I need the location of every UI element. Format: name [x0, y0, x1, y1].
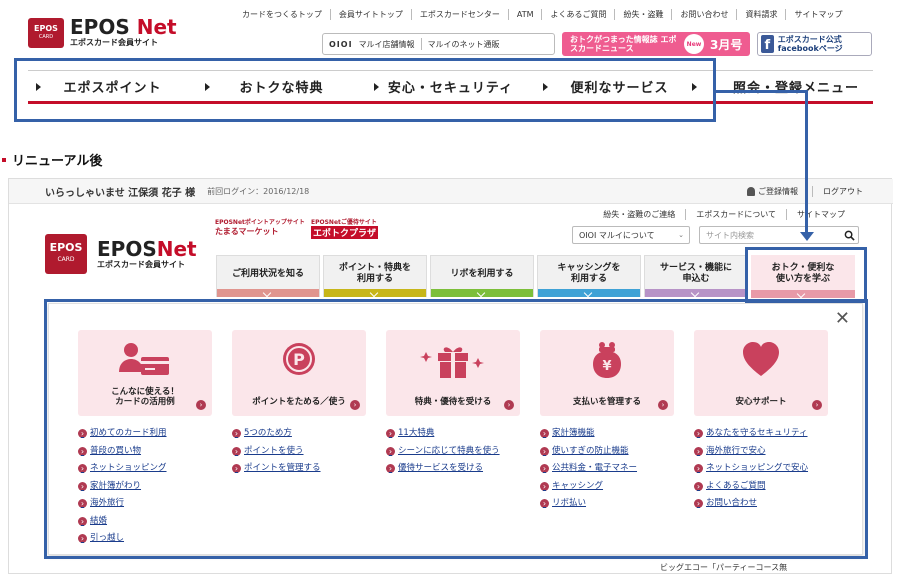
section-label: リニューアル後	[2, 150, 102, 169]
chevron-down-icon	[645, 289, 747, 297]
highlight-box-mega-menu	[44, 299, 868, 559]
facebook-icon: f	[761, 35, 774, 53]
connector-line	[716, 90, 808, 232]
highlight-box-new-tab	[745, 247, 867, 303]
chevron-down-icon	[431, 289, 533, 297]
facebook-text: エポスカード公式 facebookページ	[777, 35, 843, 53]
logo-subtitle: エポスカード会員サイト	[97, 259, 185, 269]
top-link[interactable]: お問い合わせ	[671, 9, 736, 20]
promo-main: エポトクプラザ	[311, 226, 379, 239]
nav-tab-label: キャッシングを 利用する	[557, 263, 621, 284]
epos-card-logo: EPOS CARD	[28, 17, 64, 48]
logo-card-text: EPOS	[34, 23, 58, 33]
top-link[interactable]: 紛失・盗難	[614, 9, 671, 20]
logo-card-sub: CARD	[57, 256, 75, 263]
promo-main: たまるマーケット	[215, 227, 279, 236]
chevron-down-icon: ⌄	[678, 231, 684, 239]
sub-link[interactable]: 紛失・盗難のご連絡	[593, 209, 685, 220]
top-link[interactable]: 会員サイトトップ	[329, 9, 411, 20]
logo-card-sub: CARD	[38, 33, 54, 40]
epotoku-plaza-banner[interactable]: EPOSNetご優待サイト エポトクプラザ	[311, 217, 379, 239]
divider	[420, 38, 422, 50]
logo-title-b: Net	[156, 236, 197, 261]
last-login: 前回ログイン：2016/12/18	[207, 186, 310, 196]
logout-label: ログアウト	[823, 187, 863, 196]
search-icon[interactable]	[844, 230, 855, 241]
logo-title-a: EPOS	[70, 15, 137, 39]
epos-news-banner[interactable]: おトクがつまった情報誌 エポスカードニュース New 3月号	[562, 32, 750, 56]
new-badge: New	[684, 34, 704, 54]
marui-store-link[interactable]: マルイ店舗情報	[359, 39, 415, 50]
section-label-text: リニューアル後	[12, 154, 103, 169]
promo-small: EPOSNetポイントアップサイト	[215, 219, 305, 226]
marui-select[interactable]: OIOI マルイについて ⌄	[572, 226, 690, 244]
red-square-icon	[2, 157, 6, 162]
top-link[interactable]: ATM	[507, 9, 542, 20]
top-link[interactable]: 資料請求	[736, 9, 785, 20]
arrow-down-icon	[800, 232, 814, 241]
facebook-banner[interactable]: f エポスカード公式 facebookページ	[757, 32, 872, 56]
nav-tab-label: サービス・機能に 申込む	[659, 263, 732, 284]
nav-tab[interactable]: サービス・機能に 申込む	[644, 255, 748, 297]
epos-card-logo: EPOS CARD	[45, 234, 87, 274]
welcome-text: いらっしゃいませ 江保須 花子 様	[45, 187, 196, 199]
new-logo[interactable]: EPOS CARD EPOSNet エポスカード会員サイト	[45, 234, 197, 274]
tamaru-market-banner[interactable]: EPOSNetポイントアップサイト たまるマーケット	[215, 217, 305, 237]
promo-small: EPOSNetご優待サイト	[311, 219, 377, 226]
news-text: おトクがつまった情報誌 エポスカードニュース	[570, 35, 677, 53]
logo-title-a: EPOS	[97, 236, 157, 261]
old-top-links: カードをつくるトップ 会員サイトトップ エポスカードセンター ATM よくあるご…	[234, 9, 850, 20]
nav-tab-label: リボを利用する	[450, 268, 514, 279]
nav-tab[interactable]: ポイント・特典を 利用する	[323, 255, 427, 297]
chevron-down-icon	[324, 289, 426, 297]
marui-shop-link[interactable]: マルイのネット通販	[428, 39, 500, 50]
logo-title-b: Net	[136, 15, 177, 39]
nav-tab[interactable]: キャッシングを 利用する	[537, 255, 641, 297]
logout-link[interactable]: ログアウト	[812, 186, 863, 197]
nav-tab[interactable]: ご利用状況を知る	[216, 255, 320, 297]
marui-banner: OIOI マルイ店舗情報 マルイのネット通販	[322, 33, 555, 55]
highlight-box-old-nav	[14, 58, 716, 122]
nav-tab-label: ご利用状況を知る	[231, 268, 304, 279]
marui-select-value: OIOI マルイについて	[579, 230, 655, 240]
top-link[interactable]: カードをつくるトップ	[234, 9, 330, 20]
nav-tab[interactable]: リボを利用する	[430, 255, 534, 297]
top-link[interactable]: よくあるご質問	[541, 9, 614, 20]
chevron-down-icon	[538, 289, 640, 297]
bottom-partial-text: ビッグエコー「パーティーコース無	[660, 563, 788, 572]
marui-logo: OIOI	[329, 39, 353, 49]
logo-card-text: EPOS	[49, 241, 83, 254]
chevron-down-icon	[217, 289, 319, 297]
nav-tab-label: ポイント・特典を 利用する	[338, 263, 411, 284]
news-month: 3月号	[710, 37, 743, 52]
top-link[interactable]: サイトマップ	[785, 9, 850, 20]
top-link[interactable]: エポスカードセンター	[410, 9, 508, 20]
old-logo[interactable]: EPOS CARD EPOS Net エポスカード会員サイト	[28, 17, 177, 48]
